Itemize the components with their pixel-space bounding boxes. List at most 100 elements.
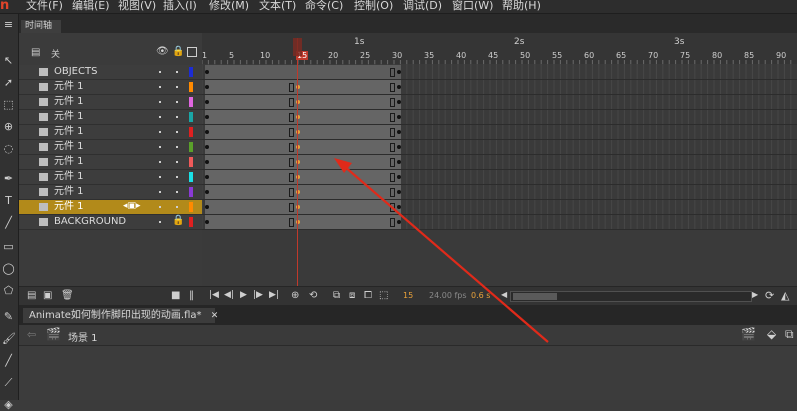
layer-name[interactable]: 元件 1	[54, 155, 84, 169]
end-frame-marker[interactable]	[289, 113, 294, 122]
menu-text[interactable]: 文本(T)	[259, 0, 296, 13]
layer-name[interactable]: 元件 1	[54, 200, 84, 214]
menu-view[interactable]: 视图(V)	[118, 0, 156, 13]
keyframe-marker[interactable]	[205, 70, 209, 74]
end-frame-marker[interactable]	[289, 173, 294, 182]
end-frame-marker[interactable]	[390, 218, 395, 227]
end-frame-marker[interactable]	[289, 203, 294, 212]
menu-file[interactable]: 文件(F)	[26, 0, 63, 13]
menu-help[interactable]: 帮助(H)	[502, 0, 541, 13]
step-back-icon[interactable]: ◀|	[224, 290, 234, 300]
layer-outline-color-swatch[interactable]	[189, 172, 193, 182]
end-frame-marker[interactable]	[289, 143, 294, 152]
keyframe-marker[interactable]	[205, 220, 209, 224]
scroll-left-icon[interactable]: ◀	[501, 290, 507, 299]
motion-tween-span[interactable]	[205, 155, 401, 169]
keyframe-marker[interactable]	[397, 175, 401, 179]
layer-name[interactable]: 元件 1	[54, 110, 84, 124]
end-frame-marker[interactable]	[390, 203, 395, 212]
edit-symbol-icon[interactable]: ⬙	[767, 327, 776, 341]
scene-label[interactable]: 场景 1	[68, 329, 98, 344]
motion-tween-span[interactable]	[205, 200, 401, 214]
menu-edit[interactable]: 编辑(E)	[72, 0, 110, 13]
keyframe-span[interactable]	[205, 65, 401, 79]
selection-tool-icon[interactable]: ↖	[2, 54, 15, 67]
layers-close-icon[interactable]: 关	[51, 47, 60, 60]
show-hide-all-icon[interactable]: 👁	[156, 46, 169, 57]
layer-row[interactable]: 元件 1	[19, 80, 202, 95]
lock-dot[interactable]	[176, 176, 178, 178]
visibility-dot[interactable]	[159, 146, 161, 148]
stage-area[interactable]	[19, 346, 797, 400]
lock-dot[interactable]	[176, 116, 178, 118]
layer-outline-color-swatch[interactable]	[189, 127, 193, 137]
edit-multiple-icon[interactable]: ⧠	[364, 290, 372, 301]
layer-edit-controls-icon[interactable]: ◂▣▸	[123, 201, 141, 211]
motion-tween-span[interactable]	[205, 215, 401, 229]
layer-row[interactable]: 元件 1	[19, 140, 202, 155]
lock-dot[interactable]	[176, 206, 178, 208]
keyframe-marker[interactable]	[397, 220, 401, 224]
end-frame-marker[interactable]	[289, 218, 294, 227]
frame-ruler[interactable]: 1s 2s 3s 1 5 10 15 20 25 30 35 40 45 50 …	[202, 33, 797, 64]
end-frame-marker[interactable]	[390, 188, 395, 197]
visibility-dot[interactable]	[159, 161, 161, 163]
timeline-scrollbar-thumb[interactable]	[513, 293, 557, 300]
layer-lock-icon[interactable]: 🔒	[172, 215, 184, 226]
panel-menu-icon[interactable]: ≡	[2, 18, 15, 31]
lock-dot[interactable]	[176, 101, 178, 103]
close-tab-icon[interactable]: ✕	[211, 311, 219, 321]
end-frame-marker[interactable]	[390, 173, 395, 182]
end-frame-marker[interactable]	[390, 98, 395, 107]
lock-dot[interactable]	[176, 191, 178, 193]
end-frame-marker[interactable]	[390, 68, 395, 77]
lock-dot[interactable]	[176, 86, 178, 88]
keyframe-marker[interactable]	[397, 190, 401, 194]
end-frame-marker[interactable]	[390, 143, 395, 152]
keyframe-marker[interactable]	[205, 85, 209, 89]
go-first-frame-icon[interactable]: |◀	[209, 290, 219, 300]
tab-document[interactable]: Animate如何制作脚印出现的动画.fla* ✕	[23, 308, 218, 323]
menu-window[interactable]: 窗口(W)	[452, 0, 493, 13]
layer-row[interactable]: 元件 1	[19, 125, 202, 140]
keyframe-marker[interactable]	[205, 205, 209, 209]
3d-rotation-tool-icon[interactable]: ⊕	[2, 120, 15, 133]
text-tool-icon[interactable]: T	[2, 194, 15, 207]
keyframe-marker[interactable]	[397, 145, 401, 149]
loop-icon[interactable]: ⟲	[309, 290, 317, 301]
layers-options-icon[interactable]: ▤	[31, 47, 40, 58]
camera-icon[interactable]: ■	[171, 290, 180, 301]
layer-row[interactable]: 元件 1	[19, 110, 202, 125]
visibility-dot[interactable]	[159, 101, 161, 103]
pencil-tool-icon[interactable]: ✎	[2, 310, 15, 323]
polystar-tool-icon[interactable]: ⬠	[2, 284, 15, 297]
panel-resize-icon[interactable]: ‖	[189, 290, 194, 301]
layer-name[interactable]: 元件 1	[54, 140, 84, 154]
layer-outline-color-swatch[interactable]	[189, 157, 193, 167]
layer-name[interactable]: 元件 1	[54, 95, 84, 109]
line-tool-icon[interactable]: ╱	[2, 216, 15, 229]
end-frame-marker[interactable]	[390, 113, 395, 122]
motion-tween-span[interactable]	[205, 125, 401, 139]
end-frame-marker[interactable]	[289, 83, 294, 92]
delete-layer-icon[interactable]: 🗑	[61, 290, 74, 301]
visibility-dot[interactable]	[159, 176, 161, 178]
keyframe-marker[interactable]	[397, 100, 401, 104]
layer-name[interactable]: 元件 1	[54, 170, 84, 184]
zoom-slider-icon[interactable]: ◭	[781, 289, 789, 302]
visibility-dot[interactable]	[159, 116, 161, 118]
step-forward-icon[interactable]: |▶	[253, 290, 263, 300]
center-frame-icon[interactable]: ⊕	[291, 290, 299, 301]
motion-tween-span[interactable]	[205, 140, 401, 154]
rectangle-tool-icon[interactable]: ▭	[2, 240, 15, 253]
tab-timeline[interactable]: 时间轴	[21, 20, 61, 33]
go-last-frame-icon[interactable]: ▶|	[269, 290, 279, 300]
layer-outline-color-swatch[interactable]	[189, 142, 193, 152]
oval-tool-icon[interactable]: ◯	[2, 262, 15, 275]
motion-tween-span[interactable]	[205, 110, 401, 124]
layer-row[interactable]: 元件 1	[19, 170, 202, 185]
lock-dot[interactable]	[176, 71, 178, 73]
end-frame-marker[interactable]	[289, 158, 294, 167]
motion-tween-span[interactable]	[205, 185, 401, 199]
brush-tool-icon[interactable]: 🖌	[2, 332, 16, 345]
